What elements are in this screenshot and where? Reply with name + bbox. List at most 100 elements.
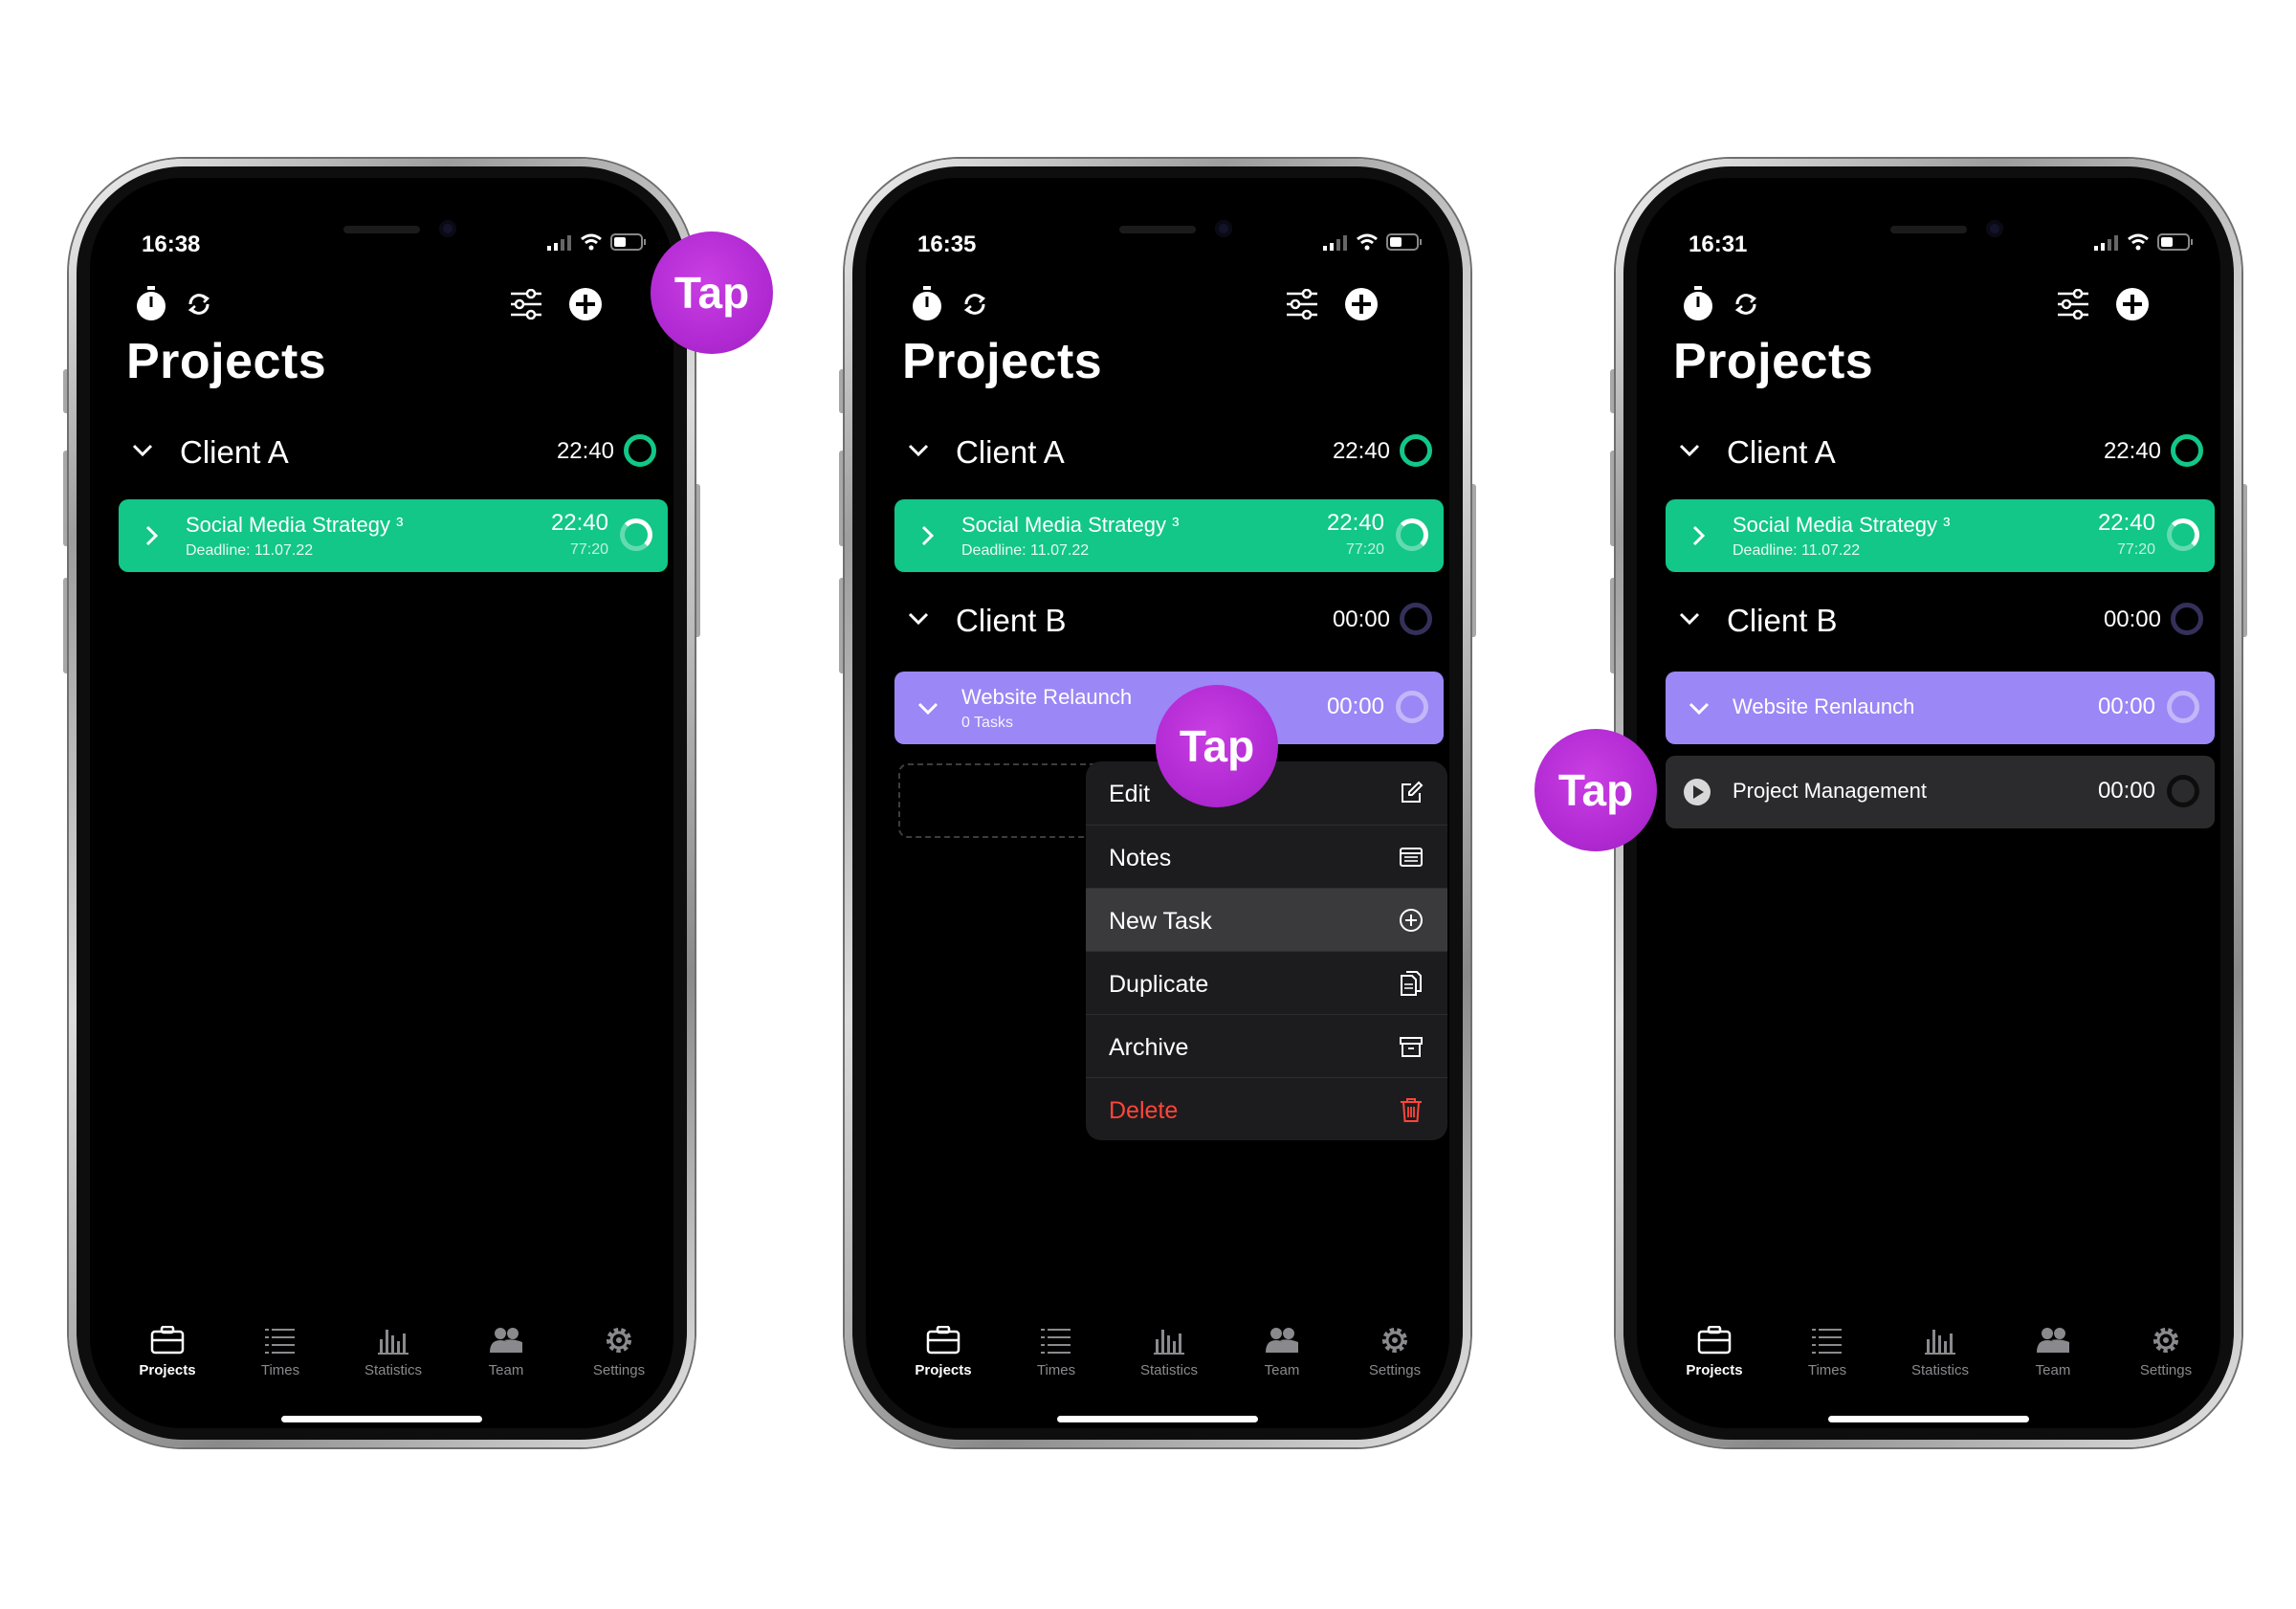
- tab-times[interactable]: Times: [1004, 1326, 1109, 1378]
- plus-circle-icon: [1400, 909, 1423, 932]
- tab-team[interactable]: Team: [453, 1326, 559, 1378]
- project-row[interactable]: Social Media Strategy ³ Deadline: 11.07.…: [1666, 499, 2215, 572]
- notes-icon: [1400, 848, 1423, 867]
- sync-icon[interactable]: [1733, 291, 1759, 318]
- group-client-a[interactable]: Client A 22:40: [90, 425, 673, 482]
- tab-projects[interactable]: Projects: [1662, 1326, 1767, 1378]
- project-time: 00:00: [1326, 694, 1384, 719]
- battery-icon: [610, 233, 646, 251]
- add-project-icon[interactable]: [2115, 287, 2150, 321]
- tab-settings[interactable]: Settings: [1342, 1326, 1447, 1378]
- project-name: Social Media Strategy ³: [961, 513, 1180, 537]
- menu-label: Edit: [1109, 781, 1151, 807]
- tab-statistics[interactable]: Statistics: [1116, 1326, 1222, 1378]
- wifi-icon: [2128, 233, 2149, 251]
- project-row[interactable]: Social Media Strategy ³ Deadline: 11.07.…: [894, 499, 1444, 572]
- gear-icon: [607, 1328, 631, 1353]
- task-name: Project Management: [1733, 779, 1927, 803]
- team-icon: [2037, 1328, 2069, 1353]
- group-client-b[interactable]: Client B 00:00: [866, 593, 1449, 650]
- briefcase-icon: [1697, 1326, 1732, 1355]
- signal-icon: [2094, 235, 2118, 251]
- stopwatch-icon[interactable]: [910, 285, 944, 321]
- page-title: Projects: [902, 334, 1103, 389]
- tab-label: Team: [1264, 1362, 1300, 1378]
- signal-icon: [1323, 235, 1347, 251]
- tab-label: Settings: [1368, 1362, 1422, 1378]
- project-task-count: 0 Tasks: [961, 715, 1013, 731]
- tab-label: Statistics: [364, 1362, 422, 1378]
- add-project-icon[interactable]: [1344, 287, 1379, 321]
- progress-ring-icon: [1396, 518, 1428, 551]
- menu-item-delete[interactable]: Delete: [1086, 1077, 1447, 1140]
- project-name: Social Media Strategy ³: [1733, 513, 1951, 537]
- status-time: 16:35: [917, 231, 977, 257]
- stopwatch-icon[interactable]: [1681, 285, 1715, 321]
- archive-box-icon: [1400, 1037, 1423, 1057]
- sync-icon[interactable]: [961, 291, 988, 318]
- project-deadline: Deadline: 11.07.22: [1733, 542, 1861, 559]
- team-icon: [1266, 1328, 1298, 1353]
- menu-item-archive[interactable]: Archive: [1086, 1014, 1447, 1078]
- menu-item-new-task[interactable]: New Task: [1086, 888, 1447, 952]
- tab-times[interactable]: Times: [228, 1326, 333, 1378]
- phone-mockup-3: 16:31 Projects Client A 22:40 Social Med…: [1610, 159, 2247, 1447]
- list-icon: [1041, 1329, 1071, 1354]
- project-time: 22:40: [2097, 510, 2155, 536]
- group-client-a[interactable]: Client A 22:40: [1637, 425, 2220, 482]
- briefcase-icon: [150, 1326, 185, 1355]
- tab-settings[interactable]: Settings: [566, 1326, 672, 1378]
- list-icon: [1812, 1329, 1842, 1354]
- progress-ring-icon: [1400, 603, 1432, 635]
- menu-label: Delete: [1109, 1097, 1179, 1124]
- tab-team[interactable]: Team: [1229, 1326, 1335, 1378]
- group-name: Client B: [1727, 603, 1838, 638]
- menu-item-notes[interactable]: Notes: [1086, 825, 1447, 889]
- project-time: 22:40: [1326, 510, 1384, 536]
- briefcase-icon: [926, 1326, 960, 1355]
- filter-sliders-icon[interactable]: [2056, 289, 2090, 320]
- stopwatch-icon[interactable]: [134, 285, 168, 321]
- group-time: 22:40: [556, 438, 614, 464]
- tab-label: Settings: [2139, 1362, 2193, 1378]
- add-project-icon[interactable]: [568, 287, 603, 321]
- project-name: Website Relaunch: [961, 685, 1133, 709]
- group-name: Client A: [180, 434, 289, 470]
- tab-statistics[interactable]: Statistics: [1888, 1326, 1993, 1378]
- status-time: 16:31: [1689, 231, 1748, 257]
- tab-statistics[interactable]: Statistics: [341, 1326, 446, 1378]
- filter-sliders-icon[interactable]: [1285, 289, 1319, 320]
- phone-mockup-1: 16:38 Projects Client A 22:40 Social Med…: [63, 159, 700, 1447]
- project-name: Website Renlaunch: [1733, 694, 1915, 718]
- chevron-down-icon: [132, 444, 153, 457]
- filter-sliders-icon[interactable]: [509, 289, 543, 320]
- chevron-down-icon: [1689, 702, 1710, 716]
- project-budget: 77:20: [1345, 541, 1384, 558]
- chevron-down-icon: [1679, 444, 1700, 457]
- tab-settings[interactable]: Settings: [2113, 1326, 2219, 1378]
- group-client-a[interactable]: Client A 22:40: [866, 425, 1449, 482]
- group-client-b[interactable]: Client B 00:00: [1637, 593, 2220, 650]
- tab-bar: Projects Times Statistics Team Settings: [1637, 1326, 2220, 1383]
- screen: 16:35 Projects Client A 22:40 Social Med…: [866, 178, 1449, 1428]
- sync-icon[interactable]: [186, 291, 212, 318]
- tab-label: Times: [1807, 1362, 1847, 1378]
- tab-projects[interactable]: Projects: [115, 1326, 220, 1378]
- menu-item-duplicate[interactable]: Duplicate: [1086, 951, 1447, 1015]
- tab-team[interactable]: Team: [2000, 1326, 2106, 1378]
- progress-ring-icon: [2171, 434, 2203, 467]
- group-time: 22:40: [2103, 438, 2161, 464]
- phone-mockup-2: 16:35 Projects Client A 22:40 Social Med…: [839, 159, 1476, 1447]
- tab-label: Projects: [915, 1362, 972, 1378]
- team-icon: [490, 1328, 522, 1353]
- group-time: 00:00: [1332, 606, 1390, 632]
- project-row[interactable]: Social Media Strategy ³ Deadline: 11.07.…: [119, 499, 668, 572]
- project-row[interactable]: Website Renlaunch 00:00: [1666, 672, 2215, 744]
- tab-bar: Projects Times Statistics Team Settings: [866, 1326, 1449, 1383]
- tab-projects[interactable]: Projects: [891, 1326, 996, 1378]
- tab-times[interactable]: Times: [1775, 1326, 1880, 1378]
- play-icon[interactable]: [1683, 778, 1711, 806]
- screen: 16:31 Projects Client A 22:40 Social Med…: [1637, 178, 2220, 1428]
- task-row[interactable]: Project Management 00:00: [1666, 756, 2215, 828]
- project-deadline: Deadline: 11.07.22: [961, 542, 1090, 559]
